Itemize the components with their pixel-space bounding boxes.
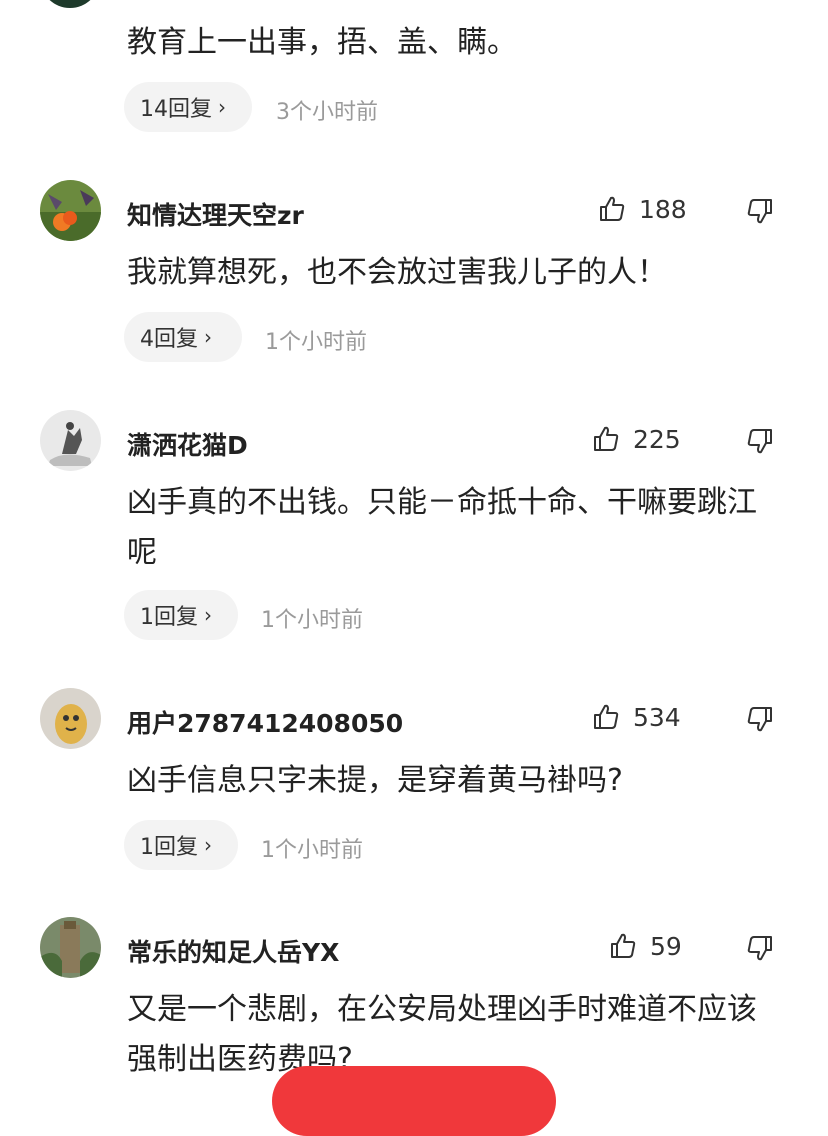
username[interactable]: 潇洒花猫D [127, 426, 248, 462]
comment-text: 我就算想死，也不会放过害我儿子的人！ [127, 255, 667, 290]
replies-button[interactable]: 1回复 › [124, 820, 238, 870]
thumbs-up-icon [594, 426, 619, 451]
like-button[interactable]: 534 [591, 702, 681, 732]
like-count: 534 [633, 702, 681, 732]
replies-button[interactable]: 4回复 › [124, 312, 242, 362]
avatar[interactable] [40, 0, 100, 8]
like-button[interactable]: 188 [597, 194, 687, 224]
comment-time: 1个小时前 [265, 330, 367, 355]
thumbs-down-icon[interactable] [745, 426, 775, 456]
replies-count: 4回复 [140, 327, 198, 352]
replies-button[interactable]: 1回复 › [124, 590, 238, 640]
comment-text: 凶手真的不出钱。只能－命抵十命、干嘛要跳江呢 [127, 485, 757, 570]
comment-text: 教育上一出事，捂、盖、瞒。 [127, 25, 517, 60]
replies-button[interactable]: 14回复 › [124, 82, 252, 132]
comment-time: 1个小时前 [261, 838, 363, 863]
username[interactable]: 常乐的知足人岳YX [127, 933, 339, 969]
replies-count: 1回复 [140, 835, 198, 860]
chevron-right-icon: › [218, 95, 226, 119]
replies-count: 14回复 [140, 97, 212, 122]
chevron-right-icon: › [204, 603, 212, 627]
avatar[interactable] [40, 917, 101, 978]
replies-count: 1回复 [140, 605, 198, 630]
chevron-right-icon: › [204, 325, 212, 349]
username[interactable]: 知情达理天空zr [127, 196, 304, 232]
thumbs-down-icon[interactable] [745, 704, 775, 734]
like-count: 188 [639, 194, 687, 224]
thumbs-down-icon[interactable] [745, 196, 775, 226]
comment-text: 凶手信息只字未提，是穿着黄马褂吗? [127, 763, 623, 798]
avatar[interactable] [40, 410, 101, 471]
comment-time: 3个小时前 [276, 100, 378, 125]
thumbs-up-icon [600, 196, 625, 221]
like-count: 59 [650, 931, 682, 961]
like-button[interactable]: 225 [591, 424, 681, 454]
chevron-right-icon: › [204, 833, 212, 857]
thumbs-up-icon [611, 933, 636, 958]
username[interactable]: 用户2787412408050 [127, 704, 403, 740]
thumbs-up-icon [594, 704, 619, 729]
thumbs-down-icon[interactable] [745, 933, 775, 963]
like-button[interactable]: 59 [608, 931, 682, 961]
avatar[interactable] [40, 688, 101, 749]
avatar[interactable] [40, 180, 101, 241]
bottom-action-button[interactable] [272, 1066, 556, 1136]
comment-time: 1个小时前 [261, 608, 363, 633]
like-count: 225 [633, 424, 681, 454]
